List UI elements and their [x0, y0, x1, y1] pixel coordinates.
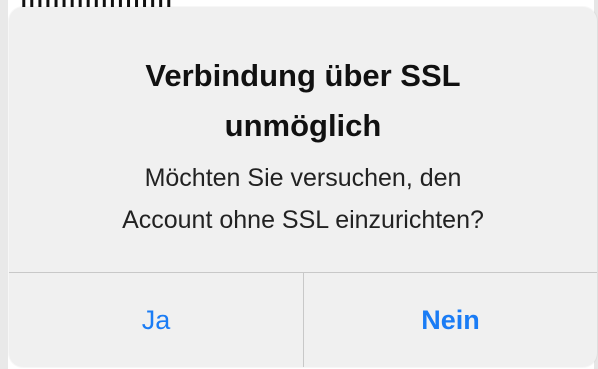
alert-message-line-1: Möchten Sie versuchen, den [144, 164, 462, 192]
alert-message: Möchten Sie versuchen, den Account ohne … [9, 157, 597, 241]
alert-title-line-2: unmöglich [224, 108, 382, 143]
screen: lllllllllllllllllll Verbindung über SSL … [0, 0, 598, 369]
alert-title: Verbindung über SSL unmöglich [9, 51, 597, 151]
ssl-alert-dialog: Verbindung über SSL unmöglich Möchten Si… [9, 7, 597, 367]
background-edge-left [0, 0, 8, 369]
alert-title-line-1: Verbindung über SSL [145, 58, 461, 93]
yes-button[interactable]: Ja [9, 273, 303, 367]
no-button[interactable]: Nein [304, 273, 597, 367]
alert-message-line-2: Account ohne SSL einzurichten? [122, 206, 484, 234]
alert-body: Verbindung über SSL unmöglich Möchten Si… [9, 7, 597, 272]
